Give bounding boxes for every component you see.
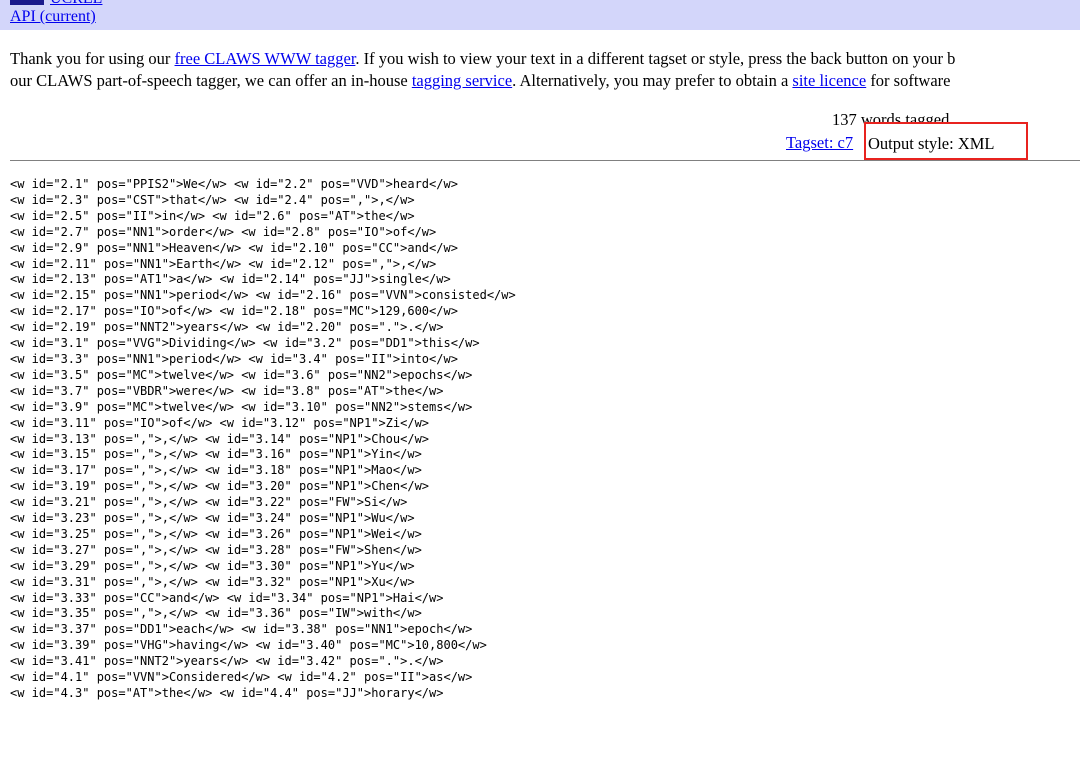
api-current-link[interactable]: API (current) bbox=[10, 8, 96, 26]
tagged-line: <w id="2.15" pos="NN1">period</w> <w id=… bbox=[10, 288, 516, 303]
divider bbox=[10, 160, 1080, 161]
tagged-line: <w id="3.17" pos=",">,</w> <w id="3.18" … bbox=[10, 463, 422, 478]
page: UCREL API (current) Thank you for using … bbox=[0, 0, 1080, 767]
intro-line-2-prefix: our CLAWS part-of-speech tagger, we can … bbox=[10, 71, 412, 90]
output-style-label: Output style: XML bbox=[864, 122, 1028, 160]
tagged-line: <w id="3.5" pos="MC">twelve</w> <w id="3… bbox=[10, 367, 473, 382]
tagged-line: <w id="3.15" pos=",">,</w> <w id="3.16" … bbox=[10, 447, 422, 462]
tagset-link[interactable]: Tagset: c7 bbox=[786, 133, 853, 153]
tagged-line: <w id="3.31" pos=",">,</w> <w id="3.32" … bbox=[10, 574, 415, 589]
tagged-line: <w id="3.21" pos=",">,</w> <w id="3.22" … bbox=[10, 495, 408, 510]
tagged-line: <w id="2.3" pos="CST">that</w> <w id="2.… bbox=[10, 192, 415, 207]
tagged-line: <w id="2.11" pos="NN1">Earth</w> <w id="… bbox=[10, 256, 437, 271]
tagged-line: <w id="3.35" pos=",">,</w> <w id="3.36" … bbox=[10, 606, 422, 621]
tagged-line: <w id="3.9" pos="MC">twelve</w> <w id="3… bbox=[10, 399, 473, 414]
tagged-line: <w id="3.41" pos="NNT2">years</w> <w id=… bbox=[10, 654, 444, 669]
intro-text: Thank you for using our free CLAWS WWW t… bbox=[10, 48, 1080, 92]
ucrel-link[interactable]: UCREL bbox=[50, 0, 102, 8]
output-style-text: Output style: XML bbox=[868, 134, 995, 153]
intro-line-1-suffix: . If you wish to view your text in a dif… bbox=[355, 49, 956, 68]
tagged-line: <w id="3.25" pos=",">,</w> <w id="3.26" … bbox=[10, 526, 422, 541]
ucrel-logo-icon bbox=[10, 0, 44, 5]
intro-line-2: our CLAWS part-of-speech tagger, we can … bbox=[10, 70, 1080, 92]
tagging-service-link[interactable]: tagging service bbox=[412, 71, 512, 90]
tagged-line: <w id="3.11" pos="IO">of</w> <w id="3.12… bbox=[10, 415, 430, 430]
tagged-output: <w id="2.1" pos="PPIS2">We</w> <w id="2.… bbox=[10, 177, 516, 702]
tagged-line: <w id="2.5" pos="II">in</w> <w id="2.6" … bbox=[10, 208, 415, 223]
tagged-line: <w id="4.3" pos="AT">the</w> <w id="4.4"… bbox=[10, 686, 444, 700]
intro-line-2-middle: . Alternatively, you may prefer to obtai… bbox=[512, 71, 793, 90]
tagged-line: <w id="3.37" pos="DD1">each</w> <w id="3… bbox=[10, 622, 473, 637]
tagged-line: <w id="3.29" pos=",">,</w> <w id="3.30" … bbox=[10, 558, 415, 573]
intro-line-2-suffix: for software bbox=[866, 71, 951, 90]
claws-tagger-link[interactable]: free CLAWS WWW tagger bbox=[175, 49, 356, 68]
tagged-line: <w id="3.23" pos=",">,</w> <w id="3.24" … bbox=[10, 511, 415, 526]
tagged-line: <w id="3.39" pos="VHG">having</w> <w id=… bbox=[10, 638, 487, 653]
tagged-line: <w id="3.27" pos=",">,</w> <w id="3.28" … bbox=[10, 542, 422, 557]
tagged-line: <w id="3.13" pos=",">,</w> <w id="3.14" … bbox=[10, 431, 430, 446]
tagged-line: <w id="4.1" pos="VVN">Considered</w> <w … bbox=[10, 670, 473, 685]
tagged-line: <w id="3.7" pos="VBDR">were</w> <w id="3… bbox=[10, 383, 444, 398]
tagged-line: <w id="2.9" pos="NN1">Heaven</w> <w id="… bbox=[10, 240, 458, 255]
tagged-line: <w id="3.19" pos=",">,</w> <w id="3.20" … bbox=[10, 479, 430, 494]
tagged-line: <w id="2.1" pos="PPIS2">We</w> <w id="2.… bbox=[10, 177, 458, 191]
tagged-line: <w id="3.33" pos="CC">and</w> <w id="3.3… bbox=[10, 590, 444, 605]
intro-line-1: Thank you for using our free CLAWS WWW t… bbox=[10, 48, 1080, 70]
tagged-line: <w id="3.1" pos="VVG">Dividing</w> <w id… bbox=[10, 336, 480, 351]
header-band: UCREL API (current) bbox=[0, 0, 1080, 30]
tagged-line: <w id="2.13" pos="AT1">a</w> <w id="2.14… bbox=[10, 272, 451, 287]
intro-line-1-prefix: Thank you for using our bbox=[10, 49, 175, 68]
tagged-line: <w id="3.3" pos="NN1">period</w> <w id="… bbox=[10, 351, 458, 366]
site-licence-link[interactable]: site licence bbox=[792, 71, 866, 90]
tagged-line: <w id="2.17" pos="IO">of</w> <w id="2.18… bbox=[10, 304, 458, 319]
tagged-line: <w id="2.7" pos="NN1">order</w> <w id="2… bbox=[10, 224, 437, 239]
tagged-line: <w id="2.19" pos="NNT2">years</w> <w id=… bbox=[10, 320, 444, 335]
